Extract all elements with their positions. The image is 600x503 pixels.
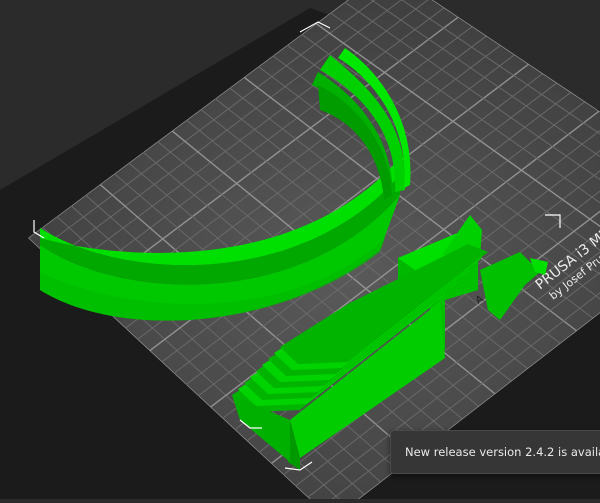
3d-viewport[interactable]: PRUSA i3 MK3 by Josef Prusa A New releas… <box>0 0 600 503</box>
update-notification-text: New release version 2.4.2 is available. <box>405 445 600 459</box>
update-notification[interactable]: New release version 2.4.2 is available. <box>390 430 600 474</box>
scene-canvas: PRUSA i3 MK3 by Josef Prusa A <box>0 0 600 503</box>
